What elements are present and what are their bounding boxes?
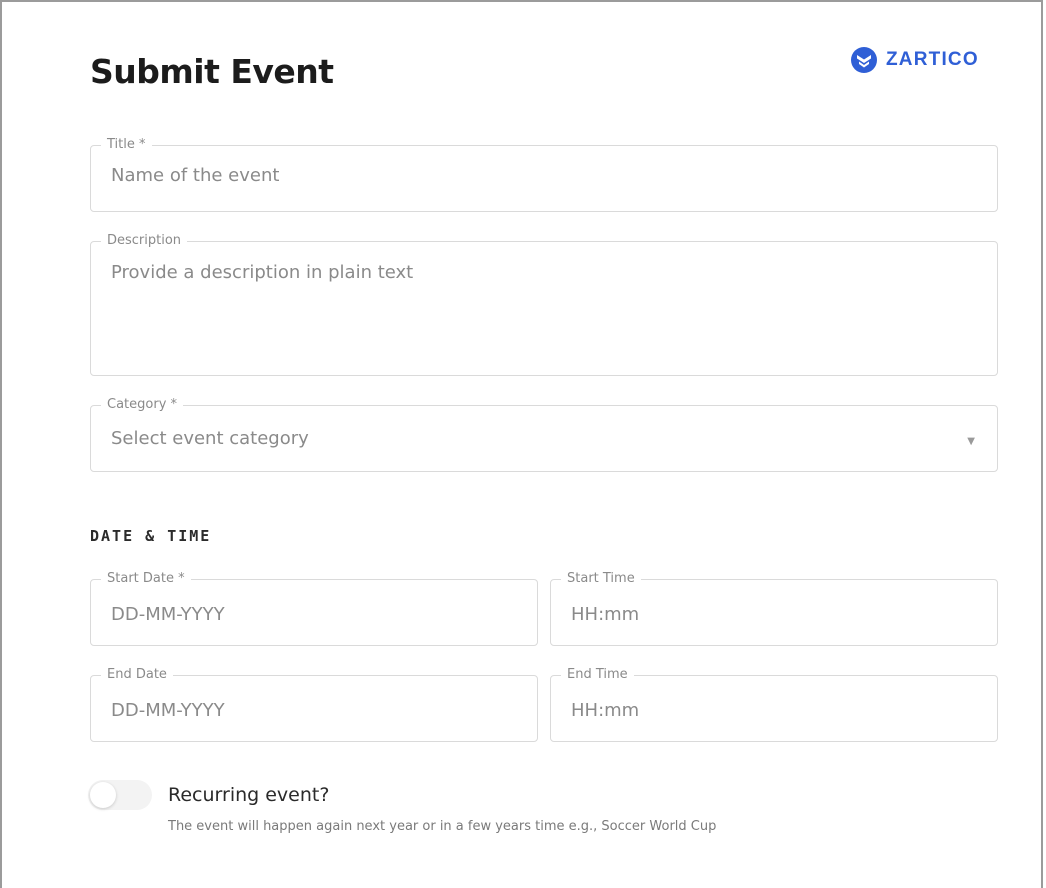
- description-textarea-placeholder: Provide a description in plain text: [111, 262, 414, 283]
- chevron-down-icon[interactable]: ▼: [967, 437, 975, 447]
- category-select[interactable]: Category * Select event category ▼: [90, 398, 998, 472]
- recurring-event-toggle[interactable]: [88, 780, 152, 810]
- toggle-knob[interactable]: [90, 782, 116, 808]
- title-input-placeholder: Name of the event: [111, 165, 280, 186]
- end-date-placeholder: DD-MM-YYYY: [111, 700, 225, 721]
- brand-logo: ZARTICO: [850, 46, 979, 74]
- submit-event-panel: Submit Event ZARTICO Title * Name of the…: [0, 0, 1043, 888]
- description-label: Description: [107, 233, 182, 248]
- recurring-event-label: Recurring event?: [168, 784, 330, 806]
- start-time-field[interactable]: Start Time HH:mm: [550, 572, 998, 646]
- end-time-label: End Time: [567, 667, 628, 682]
- recurring-event-hint: The event will happen again next year or…: [168, 819, 717, 834]
- page-title: Submit Event: [90, 52, 334, 91]
- start-date-label: Start Date *: [107, 571, 185, 586]
- brand-name: ZARTICO: [886, 49, 979, 70]
- start-date-field[interactable]: Start Date * DD-MM-YYYY: [90, 572, 538, 646]
- start-time-label: Start Time: [567, 571, 635, 586]
- end-time-placeholder: HH:mm: [571, 700, 640, 721]
- title-field[interactable]: Title * Name of the event: [90, 138, 998, 212]
- category-select-placeholder: Select event category: [111, 428, 309, 449]
- date-time-heading: DATE & TIME: [90, 527, 212, 545]
- zartico-shield-logo-icon: [850, 46, 878, 74]
- end-time-field[interactable]: End Time HH:mm: [550, 668, 998, 742]
- start-time-placeholder: HH:mm: [571, 604, 640, 625]
- start-date-placeholder: DD-MM-YYYY: [111, 604, 225, 625]
- category-label: Category *: [107, 397, 178, 412]
- end-date-label: End Date: [107, 667, 167, 682]
- description-field[interactable]: Description Provide a description in pla…: [90, 234, 998, 376]
- end-date-field[interactable]: End Date DD-MM-YYYY: [90, 668, 538, 742]
- title-label: Title *: [107, 137, 146, 152]
